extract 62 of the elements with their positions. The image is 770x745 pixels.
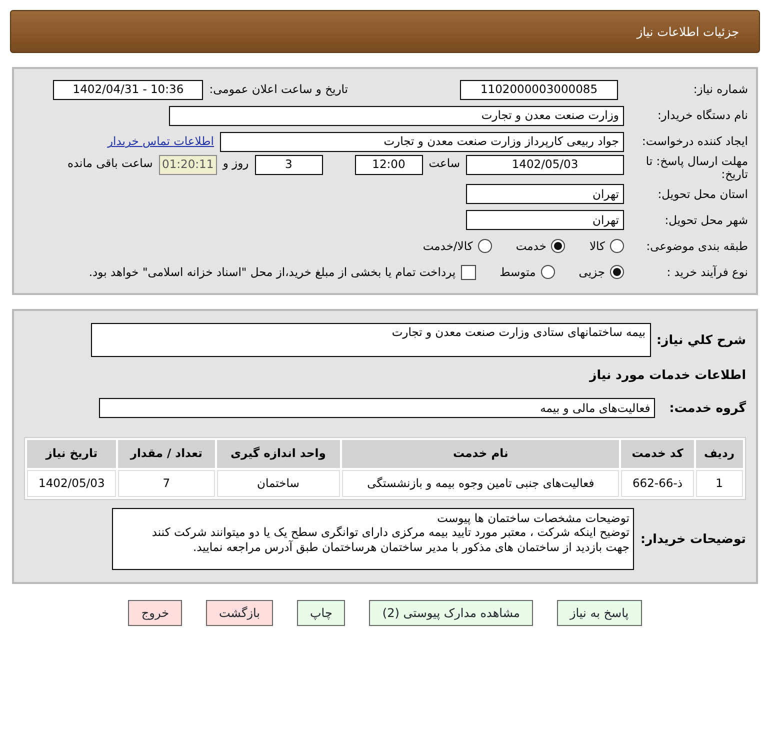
page-title: جزئیات اطلاعات نیاز bbox=[636, 24, 739, 40]
field-label: روز و bbox=[222, 155, 249, 172]
column-header: تعداد / مقدار bbox=[118, 440, 214, 468]
table-cell: فعالیت‌های جنبی تامین وجوه بیمه و بازنشستگی bbox=[342, 470, 620, 497]
option-label: متوسط bbox=[500, 264, 536, 281]
field-label: گروه خدمت: bbox=[669, 399, 746, 418]
notes-line: توضیح اینکه شرکت ، معتبر مورد تایید بیمه مرکزی دارای توانگری سطح یک یا دو میتوانند شرکت کنند bbox=[150, 525, 630, 540]
text-field[interactable]: 1402/04/31 - 10:36 bbox=[53, 80, 204, 100]
text-field[interactable]: تهران bbox=[466, 184, 624, 204]
option-label: کالا/خدمت bbox=[422, 238, 473, 255]
checkbox-label: پرداخت تمام یا بخشی از مبلغ خرید،از محل "اسناد خزانه اسلامی" خواهد بود. bbox=[88, 264, 456, 281]
field-label: طبقه بندی موضوعی: bbox=[645, 238, 748, 255]
text-field[interactable]: وزارت صنعت معدن و تجارت bbox=[169, 106, 624, 126]
column-header: واحد اندازه گیری bbox=[216, 440, 340, 468]
table-cell: 7 bbox=[118, 470, 214, 497]
column-header: ردیف bbox=[696, 440, 743, 468]
column-header: کد خدمت bbox=[621, 440, 694, 468]
text-field[interactable]: تهران bbox=[466, 210, 624, 230]
radio-button[interactable] bbox=[540, 265, 555, 280]
option-label: جزیی bbox=[578, 264, 605, 281]
field-label: استان محل تحویل: bbox=[656, 186, 748, 203]
field-label: نوع فرآیند خرید : bbox=[666, 264, 748, 281]
text-field[interactable]: بیمه ساختمانهای ستادی وزارت صنعت معدن و تجارت bbox=[90, 323, 651, 358]
checkbox[interactable] bbox=[460, 264, 476, 280]
action-button[interactable]: مشاهده مدارک پیوستی (2) bbox=[369, 600, 533, 626]
option-label: خدمت bbox=[516, 238, 546, 255]
field-label: ایجاد کننده درخواست: bbox=[641, 133, 748, 150]
notes-line: توضیحات مشخصات ساختمان ها پیوست bbox=[436, 510, 630, 526]
field-label: شماره نیاز: bbox=[692, 81, 748, 98]
field-label: شهر محل تحویل: bbox=[664, 212, 748, 229]
field-label: ساعت باقی مانده bbox=[68, 155, 153, 172]
contact-link[interactable]: اطلاعات تماس خریدار bbox=[107, 133, 214, 151]
radio-button[interactable] bbox=[551, 239, 566, 254]
field-label: توضیحات خریدار: bbox=[640, 530, 746, 548]
action-button[interactable]: چاپ bbox=[297, 600, 346, 626]
radio-button[interactable] bbox=[478, 239, 492, 254]
field-label: تاریخ و ساعت اعلان عمومی: bbox=[209, 81, 348, 98]
table-cell: 1402/05/03 bbox=[27, 470, 116, 497]
radio-button[interactable] bbox=[610, 239, 624, 254]
column-header: تاریخ نیاز bbox=[27, 440, 116, 468]
column-header: نام خدمت bbox=[342, 440, 620, 468]
radio-button[interactable] bbox=[610, 265, 624, 280]
text-field[interactable]: 12:00 bbox=[354, 155, 423, 175]
text-field[interactable]: 1402/05/03 bbox=[466, 155, 624, 175]
table-cell: ساختمان bbox=[216, 470, 340, 497]
table-cell: ذ-66-662 bbox=[621, 470, 694, 497]
text-field[interactable]: جواد ربیعی کارپرداز وزارت صنعت معدن و تجارت bbox=[220, 132, 624, 152]
field-label: مهلت ارسال پاسخ: تا تاریخ: bbox=[644, 155, 748, 182]
text-field[interactable]: 1102000003000085 bbox=[460, 80, 618, 100]
action-button[interactable]: بازگشت bbox=[206, 600, 273, 626]
table-cell: 1 bbox=[696, 470, 743, 497]
action-button[interactable]: پاسخ به نیاز bbox=[556, 600, 642, 626]
option-label: کالا bbox=[589, 238, 605, 255]
field-label: نام دستگاه خریدار: bbox=[656, 107, 748, 124]
field-label: ساعت bbox=[428, 155, 460, 172]
field-label: شرح کلي نياز: bbox=[656, 331, 746, 350]
notes-line: جهت بازدید از ساختمان های مذکور با مدیر ساختمان هرساختمان طبق آدرس مراجعه نمایید. bbox=[192, 540, 630, 554]
timer-field[interactable]: 01:20:11 bbox=[158, 155, 217, 175]
action-button[interactable]: خروج bbox=[128, 600, 182, 626]
section-title: اطلاعات خدمات مورد نیاز bbox=[590, 366, 746, 384]
text-field[interactable]: فعالیت‌های مالی و بیمه bbox=[99, 398, 656, 418]
text-field[interactable]: 3 bbox=[254, 155, 323, 175]
